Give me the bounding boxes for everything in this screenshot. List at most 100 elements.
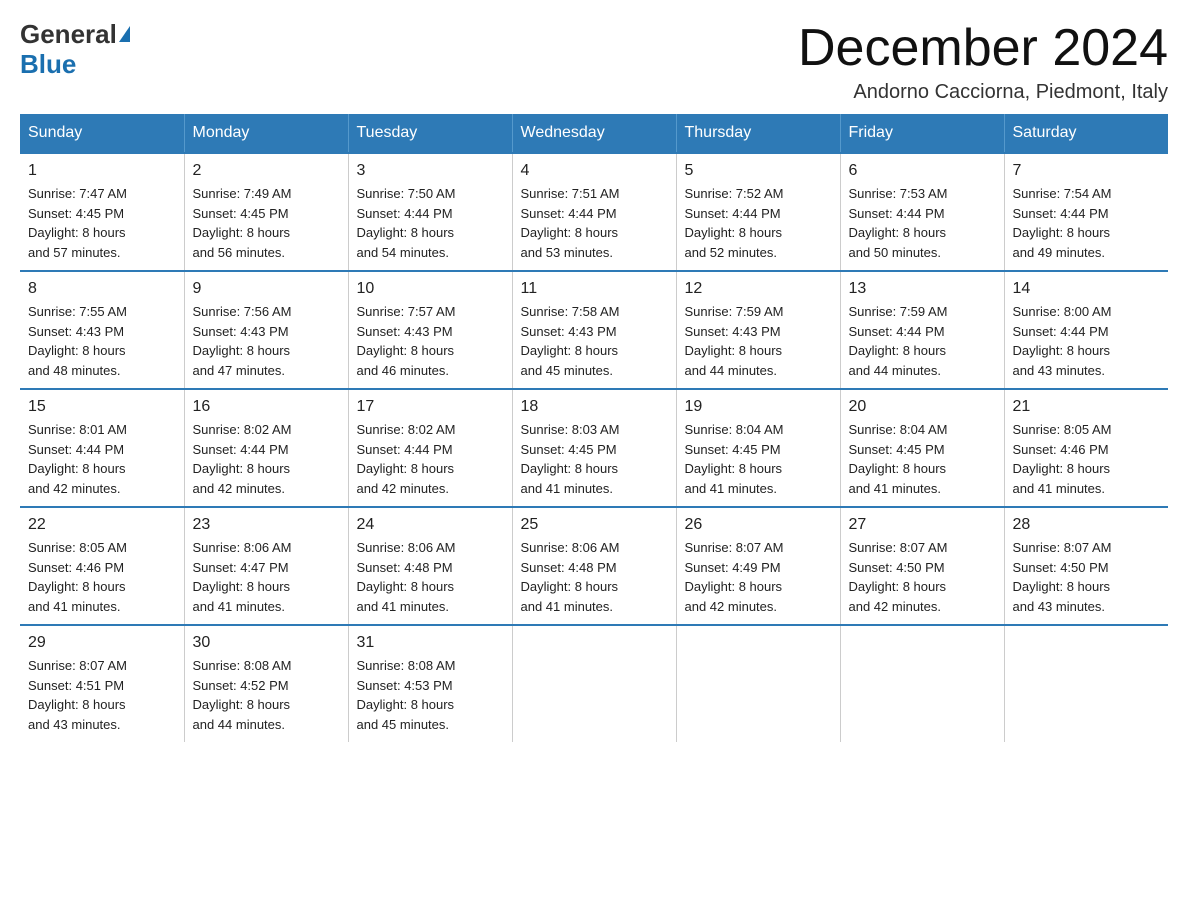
day-info: Sunrise: 7:53 AM Sunset: 4:44 PM Dayligh…: [849, 184, 996, 262]
day-info: Sunrise: 8:08 AM Sunset: 4:53 PM Dayligh…: [357, 656, 504, 734]
day-cell: 3Sunrise: 7:50 AM Sunset: 4:44 PM Daylig…: [348, 153, 512, 271]
day-info: Sunrise: 8:06 AM Sunset: 4:48 PM Dayligh…: [357, 538, 504, 616]
day-cell: 5 Sunrise: 7:52 AM Sunset: 4:44 PM Daylig…: [676, 153, 840, 271]
day-info: Sunrise: 7:59 AM Sunset: 4:44 PM Dayligh…: [849, 302, 996, 380]
day-number: 16: [193, 398, 340, 416]
day-cell: 6 Sunrise: 7:53 AM Sunset: 4:44 PM Daylig…: [840, 153, 1004, 271]
day-cell: [1004, 625, 1168, 742]
day-cell: 18 Sunrise: 8:03 AM Sunset: 4:45 PM Dayli…: [512, 389, 676, 507]
day-info: Sunrise: 8:01 AM Sunset: 4:44 PM Dayligh…: [28, 420, 176, 498]
day-cell: 1Sunrise: 7:47 AM Sunset: 4:45 PM Daylig…: [20, 153, 184, 271]
day-cell: 25 Sunrise: 8:06 AM Sunset: 4:48 PM Dayli…: [512, 507, 676, 625]
day-cell: 20 Sunrise: 8:04 AM Sunset: 4:45 PM Dayli…: [840, 389, 1004, 507]
day-info: Sunrise: 7:55 AM Sunset: 4:43 PM Dayligh…: [28, 302, 176, 380]
week-row-3: 15 Sunrise: 8:01 AM Sunset: 4:44 PM Dayli…: [20, 389, 1168, 507]
day-number: 10: [357, 280, 504, 298]
day-cell: 24 Sunrise: 8:06 AM Sunset: 4:48 PM Dayli…: [348, 507, 512, 625]
day-number: 21: [1013, 398, 1161, 416]
day-number: 11: [521, 280, 668, 298]
day-info: Sunrise: 7:52 AM Sunset: 4:44 PM Dayligh…: [685, 184, 832, 262]
day-number: 28: [1013, 516, 1161, 534]
day-number: 18: [521, 398, 668, 416]
title-area: December 2024 Andorno Cacciorna, Piedmon…: [798, 20, 1168, 104]
day-number: 13: [849, 280, 996, 298]
day-cell: 10 Sunrise: 7:57 AM Sunset: 4:43 PM Dayli…: [348, 271, 512, 389]
day-number: 9: [193, 280, 340, 298]
day-number: 31: [357, 634, 504, 652]
day-number: 23: [193, 516, 340, 534]
day-cell: 4Sunrise: 7:51 AM Sunset: 4:44 PM Daylig…: [512, 153, 676, 271]
day-info: Sunrise: 8:00 AM Sunset: 4:44 PM Dayligh…: [1013, 302, 1161, 380]
week-row-5: 29 Sunrise: 8:07 AM Sunset: 4:51 PM Dayli…: [20, 625, 1168, 742]
logo-triangle-icon: [119, 26, 130, 42]
day-info: Sunrise: 7:56 AM Sunset: 4:43 PM Dayligh…: [193, 302, 340, 380]
day-cell: 7 Sunrise: 7:54 AM Sunset: 4:44 PM Daylig…: [1004, 153, 1168, 271]
day-cell: 26Sunrise: 8:07 AM Sunset: 4:49 PM Dayli…: [676, 507, 840, 625]
day-cell: 13 Sunrise: 7:59 AM Sunset: 4:44 PM Dayli…: [840, 271, 1004, 389]
day-info: Sunrise: 8:05 AM Sunset: 4:46 PM Dayligh…: [28, 538, 176, 616]
day-info: Sunrise: 7:51 AM Sunset: 4:44 PM Dayligh…: [521, 184, 668, 262]
day-number: 5: [685, 162, 832, 180]
day-info: Sunrise: 8:07 AM Sunset: 4:51 PM Dayligh…: [28, 656, 176, 734]
day-cell: [676, 625, 840, 742]
day-number: 2: [193, 162, 340, 180]
day-header-friday: Friday: [840, 114, 1004, 153]
day-number: 7: [1013, 162, 1161, 180]
day-header-monday: Monday: [184, 114, 348, 153]
day-header-thursday: Thursday: [676, 114, 840, 153]
day-cell: 28 Sunrise: 8:07 AM Sunset: 4:50 PM Dayli…: [1004, 507, 1168, 625]
day-info: Sunrise: 7:47 AM Sunset: 4:45 PM Dayligh…: [28, 184, 176, 262]
day-number: 26: [685, 516, 832, 534]
day-cell: [840, 625, 1004, 742]
logo: General Blue: [20, 20, 130, 80]
day-number: 29: [28, 634, 176, 652]
day-info: Sunrise: 8:02 AM Sunset: 4:44 PM Dayligh…: [357, 420, 504, 498]
day-cell: 11 Sunrise: 7:58 AM Sunset: 4:43 PM Dayli…: [512, 271, 676, 389]
day-info: Sunrise: 8:07 AM Sunset: 4:50 PM Dayligh…: [849, 538, 996, 616]
day-header-wednesday: Wednesday: [512, 114, 676, 153]
day-number: 27: [849, 516, 996, 534]
page-header: General Blue December 2024 Andorno Cacci…: [20, 20, 1168, 104]
day-info: Sunrise: 7:59 AM Sunset: 4:43 PM Dayligh…: [685, 302, 832, 380]
day-number: 15: [28, 398, 176, 416]
day-cell: 14Sunrise: 8:00 AM Sunset: 4:44 PM Dayli…: [1004, 271, 1168, 389]
calendar-header-row: SundayMondayTuesdayWednesdayThursdayFrid…: [20, 114, 1168, 153]
day-cell: 9 Sunrise: 7:56 AM Sunset: 4:43 PM Daylig…: [184, 271, 348, 389]
day-number: 6: [849, 162, 996, 180]
day-number: 19: [685, 398, 832, 416]
week-row-1: 1Sunrise: 7:47 AM Sunset: 4:45 PM Daylig…: [20, 153, 1168, 271]
day-number: 20: [849, 398, 996, 416]
location-subtitle: Andorno Cacciorna, Piedmont, Italy: [798, 81, 1168, 104]
day-number: 3: [357, 162, 504, 180]
day-info: Sunrise: 8:03 AM Sunset: 4:45 PM Dayligh…: [521, 420, 668, 498]
day-cell: 29 Sunrise: 8:07 AM Sunset: 4:51 PM Dayli…: [20, 625, 184, 742]
day-info: Sunrise: 8:06 AM Sunset: 4:48 PM Dayligh…: [521, 538, 668, 616]
day-cell: 12 Sunrise: 7:59 AM Sunset: 4:43 PM Dayli…: [676, 271, 840, 389]
day-info: Sunrise: 8:04 AM Sunset: 4:45 PM Dayligh…: [849, 420, 996, 498]
day-info: Sunrise: 8:06 AM Sunset: 4:47 PM Dayligh…: [193, 538, 340, 616]
day-info: Sunrise: 8:07 AM Sunset: 4:50 PM Dayligh…: [1013, 538, 1161, 616]
logo-general: General: [20, 19, 117, 49]
day-info: Sunrise: 7:54 AM Sunset: 4:44 PM Dayligh…: [1013, 184, 1161, 262]
day-info: Sunrise: 8:05 AM Sunset: 4:46 PM Dayligh…: [1013, 420, 1161, 498]
day-cell: 22 Sunrise: 8:05 AM Sunset: 4:46 PM Dayli…: [20, 507, 184, 625]
week-row-4: 22 Sunrise: 8:05 AM Sunset: 4:46 PM Dayli…: [20, 507, 1168, 625]
day-cell: 17Sunrise: 8:02 AM Sunset: 4:44 PM Dayli…: [348, 389, 512, 507]
day-number: 12: [685, 280, 832, 298]
day-cell: 15 Sunrise: 8:01 AM Sunset: 4:44 PM Dayli…: [20, 389, 184, 507]
month-title: December 2024: [798, 20, 1168, 77]
day-cell: 2Sunrise: 7:49 AM Sunset: 4:45 PM Daylig…: [184, 153, 348, 271]
day-info: Sunrise: 7:58 AM Sunset: 4:43 PM Dayligh…: [521, 302, 668, 380]
day-header-saturday: Saturday: [1004, 114, 1168, 153]
day-header-sunday: Sunday: [20, 114, 184, 153]
day-cell: 19Sunrise: 8:04 AM Sunset: 4:45 PM Dayli…: [676, 389, 840, 507]
day-number: 24: [357, 516, 504, 534]
day-number: 8: [28, 280, 176, 298]
day-cell: 30Sunrise: 8:08 AM Sunset: 4:52 PM Dayli…: [184, 625, 348, 742]
day-cell: 8 Sunrise: 7:55 AM Sunset: 4:43 PM Daylig…: [20, 271, 184, 389]
day-number: 22: [28, 516, 176, 534]
day-number: 25: [521, 516, 668, 534]
day-info: Sunrise: 8:02 AM Sunset: 4:44 PM Dayligh…: [193, 420, 340, 498]
day-info: Sunrise: 7:57 AM Sunset: 4:43 PM Dayligh…: [357, 302, 504, 380]
calendar-table: SundayMondayTuesdayWednesdayThursdayFrid…: [20, 114, 1168, 742]
